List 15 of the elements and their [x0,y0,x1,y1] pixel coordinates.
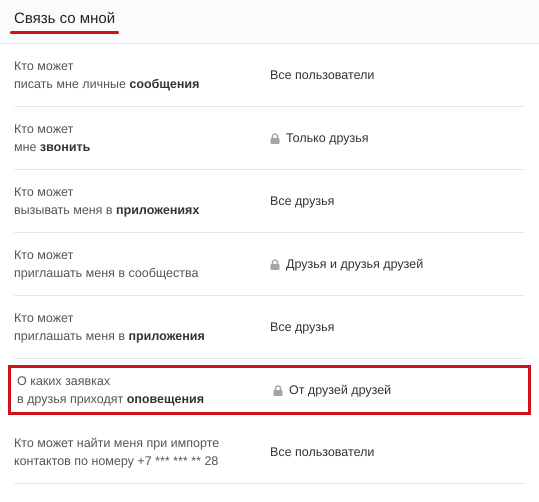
setting-label: Кто может найти меня при импорте контактов по номеру +7 *** *** ** 28 [14,435,220,470]
setting-label: О каких заявках в друзья приходят оповещения [17,373,206,408]
privacy-dropdown[interactable]: От друзей друзей [289,383,392,397]
section-title: Связь со мной [14,0,116,27]
privacy-dropdown[interactable]: Все друзья [270,194,334,208]
setting-label: Кто может вызывать меня в приложениях [14,184,200,219]
setting-label: Кто может писать мне личные сообщения [14,58,200,93]
privacy-dropdown[interactable]: Друзья и друзья друзей [286,257,424,271]
setting-label: Кто может приглашать меня в сообщества [14,247,200,282]
setting-label: Кто может приглашать меня в приложения [14,310,206,345]
privacy-dropdown[interactable]: Все пользователи [270,445,374,459]
privacy-dropdown[interactable]: Только друзья [286,131,369,145]
privacy-dropdown[interactable]: Все друзья [270,320,334,334]
setting-label: Кто может мне звонить [14,121,92,156]
privacy-dropdown[interactable]: Все пользователи [270,68,374,82]
